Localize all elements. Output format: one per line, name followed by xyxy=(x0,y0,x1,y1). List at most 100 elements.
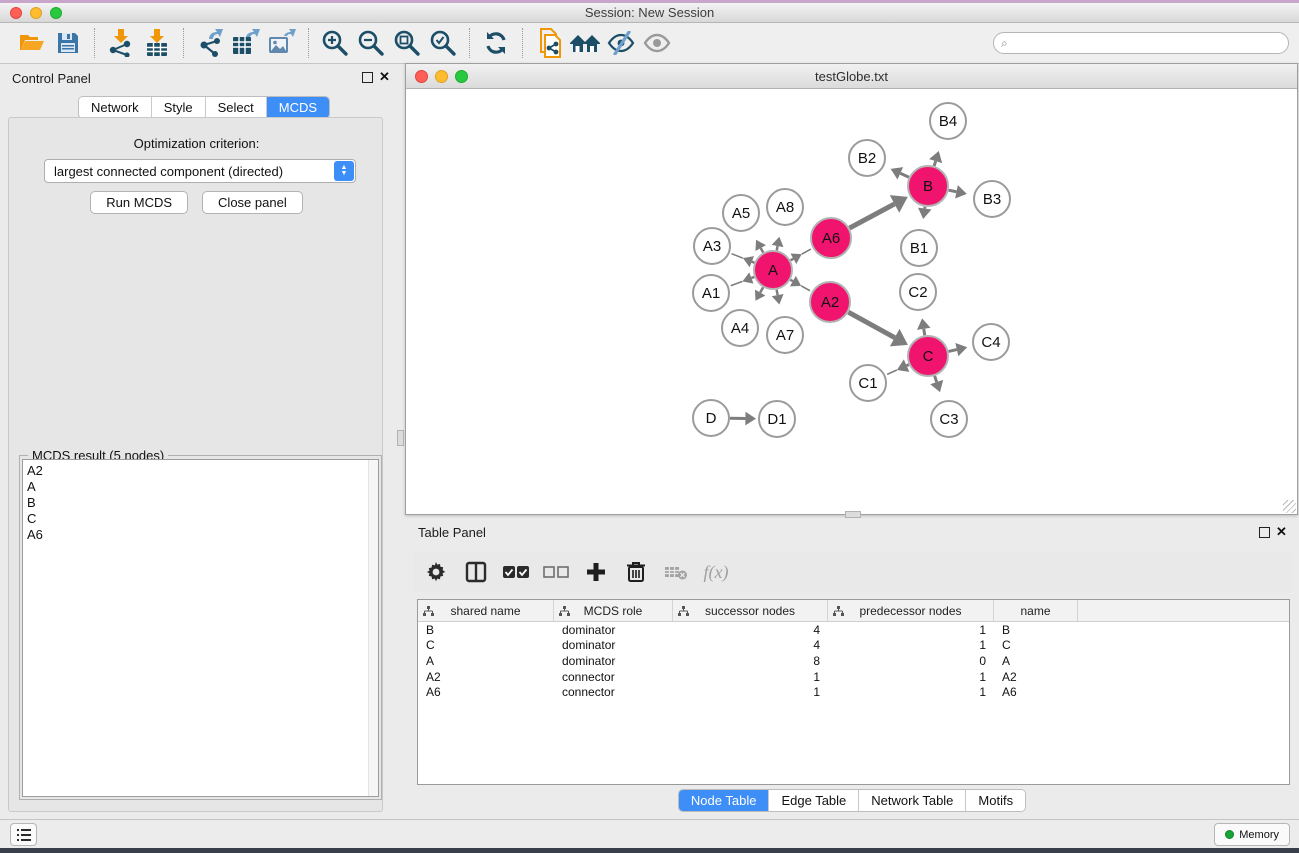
graph-edge-C-C2[interactable] xyxy=(924,329,925,335)
result-item[interactable]: A6 xyxy=(27,527,378,543)
table-cell[interactable]: A6 xyxy=(994,685,1078,699)
task-history-button[interactable] xyxy=(10,823,37,846)
search-input[interactable] xyxy=(993,32,1289,54)
save-session-icon[interactable] xyxy=(50,27,86,59)
close-panel-button[interactable]: Close panel xyxy=(202,191,303,214)
home-icon[interactable] xyxy=(567,27,603,59)
graph-edge-A-A2[interactable] xyxy=(790,280,792,281)
zoom-out-icon[interactable] xyxy=(353,27,389,59)
table-cell[interactable]: 0 xyxy=(828,654,994,668)
minimize-window-button[interactable] xyxy=(30,7,42,19)
settings-gear-icon[interactable] xyxy=(421,557,451,587)
select-all-icon[interactable] xyxy=(501,557,531,587)
criterion-select[interactable]: largest connected component (directed) ▲… xyxy=(44,159,356,183)
table-row[interactable]: Cdominator41C xyxy=(418,638,1289,654)
table-row[interactable]: A2connector11A2 xyxy=(418,669,1289,685)
table-cell[interactable]: connector xyxy=(554,670,673,684)
tab-network-table[interactable]: Network Table xyxy=(859,790,966,811)
add-column-icon[interactable] xyxy=(581,557,611,587)
vertical-splitter-handle[interactable] xyxy=(397,430,404,446)
close-window-button[interactable] xyxy=(10,7,22,19)
result-item[interactable]: A xyxy=(27,479,378,495)
column-header-shared-name[interactable]: shared name xyxy=(418,600,554,621)
graph-edge-B-B3[interactable] xyxy=(949,190,957,192)
table-cell[interactable]: 1 xyxy=(828,685,994,699)
zoom-in-icon[interactable] xyxy=(317,27,353,59)
table-cell[interactable]: 1 xyxy=(828,670,994,684)
graph-edge-A-A7[interactable] xyxy=(777,290,778,295)
table-panel-close-icon[interactable]: ✕ xyxy=(1276,524,1287,540)
graph-edge-A-A5[interactable] xyxy=(761,248,764,252)
network-minimize-button[interactable] xyxy=(435,70,448,83)
table-cell[interactable]: B xyxy=(994,623,1078,637)
tab-style[interactable]: Style xyxy=(152,97,206,118)
network-close-button[interactable] xyxy=(415,70,428,83)
open-file-icon[interactable] xyxy=(14,27,50,59)
graph-edge-A-A6[interactable] xyxy=(791,259,794,261)
table-cell[interactable]: C xyxy=(994,638,1078,652)
table-cell[interactable]: B xyxy=(418,623,554,637)
column-header-MCDS-role[interactable]: MCDS role xyxy=(554,600,673,621)
export-table-icon[interactable] xyxy=(228,27,264,59)
graph-edge-B-B4[interactable] xyxy=(934,161,935,166)
table-cell[interactable]: 1 xyxy=(673,685,828,699)
table-cell[interactable]: C xyxy=(418,638,554,652)
import-network-icon[interactable] xyxy=(103,27,139,59)
table-cell[interactable]: dominator xyxy=(554,623,673,637)
table-cell[interactable]: A xyxy=(994,654,1078,668)
network-window-titlebar[interactable]: testGlobe.txt xyxy=(406,64,1297,89)
graph-edge-A-A3[interactable] xyxy=(752,262,755,263)
zoom-fit-icon[interactable] xyxy=(389,27,425,59)
column-header-name[interactable]: name xyxy=(994,600,1078,621)
tab-motifs[interactable]: Motifs xyxy=(966,790,1025,811)
table-cell[interactable]: dominator xyxy=(554,638,673,652)
table-row[interactable]: Adominator80A xyxy=(418,653,1289,669)
graph-edge-A6-B[interactable] xyxy=(850,204,895,228)
result-item[interactable]: B xyxy=(27,495,378,511)
table-cell[interactable]: A xyxy=(418,654,554,668)
graph-edge-C-C4[interactable] xyxy=(948,350,956,352)
graph-edge-C-C1[interactable] xyxy=(907,365,909,366)
hide-graphics-details-icon[interactable] xyxy=(603,27,639,59)
table-cell[interactable]: 4 xyxy=(673,623,828,637)
import-table-icon[interactable] xyxy=(139,27,175,59)
tab-network[interactable]: Network xyxy=(79,97,152,118)
result-item[interactable]: A2 xyxy=(27,463,378,479)
export-image-icon[interactable] xyxy=(264,27,300,59)
table-cell[interactable]: dominator xyxy=(554,654,673,668)
split-view-icon[interactable] xyxy=(461,557,491,587)
graph-edge-A-A1[interactable] xyxy=(751,277,754,278)
table-cell[interactable]: 1 xyxy=(828,638,994,652)
function-builder-icon[interactable]: f(x) xyxy=(701,557,731,587)
graph-edge-A-A8[interactable] xyxy=(777,246,778,250)
table-cell[interactable]: A6 xyxy=(418,685,554,699)
tab-edge-table[interactable]: Edge Table xyxy=(769,790,859,811)
control-panel-close-icon[interactable]: ✕ xyxy=(379,69,390,85)
deselect-all-icon[interactable] xyxy=(541,557,571,587)
table-cell[interactable]: 8 xyxy=(673,654,828,668)
result-item[interactable]: C xyxy=(27,511,378,527)
run-mcds-button[interactable]: Run MCDS xyxy=(90,191,188,214)
table-cell[interactable]: 1 xyxy=(828,623,994,637)
zoom-selected-icon[interactable] xyxy=(425,27,461,59)
birds-eye-view-icon[interactable] xyxy=(639,27,675,59)
tab-mcds[interactable]: MCDS xyxy=(267,97,329,118)
graph-edge-A2-C[interactable] xyxy=(848,312,894,338)
network-zoom-button[interactable] xyxy=(455,70,468,83)
mcds-result-list[interactable]: A2ABCA6 xyxy=(22,459,379,797)
memory-button[interactable]: Memory xyxy=(1214,823,1290,846)
column-header-successor-nodes[interactable]: successor nodes xyxy=(673,600,828,621)
export-network-icon[interactable] xyxy=(192,27,228,59)
table-panel-float-icon[interactable] xyxy=(1259,527,1270,538)
delete-table-icon[interactable] xyxy=(661,557,691,587)
table-cell[interactable]: A2 xyxy=(994,670,1078,684)
refresh-icon[interactable] xyxy=(478,27,514,59)
tab-select[interactable]: Select xyxy=(206,97,267,118)
resize-grip-icon[interactable] xyxy=(1283,500,1296,513)
tab-node-table[interactable]: Node Table xyxy=(679,790,770,811)
table-cell[interactable]: 1 xyxy=(673,670,828,684)
open-network-file-icon[interactable] xyxy=(531,27,567,59)
table-row[interactable]: A6connector11A6 xyxy=(418,684,1289,700)
control-panel-float-icon[interactable] xyxy=(362,72,373,83)
column-header-predecessor-nodes[interactable]: predecessor nodes xyxy=(828,600,994,621)
